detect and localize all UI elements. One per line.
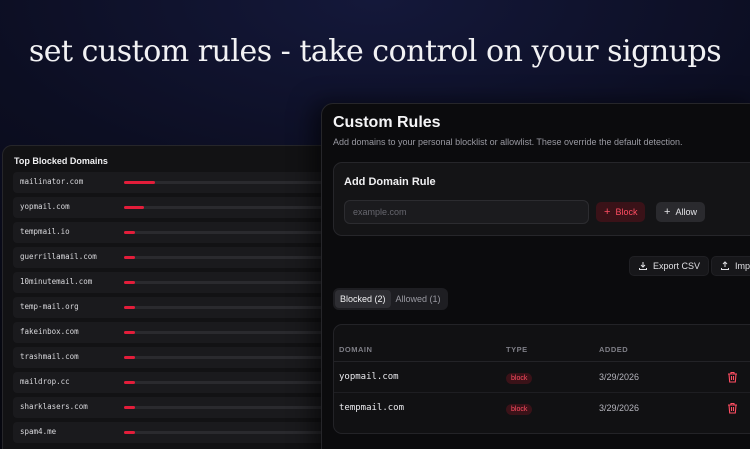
table-row-divider <box>334 392 750 393</box>
add-domain-rule-card: Add Domain Rule + Block + Allow <box>333 162 750 236</box>
blocked-share-track <box>124 381 339 384</box>
plus-icon: + <box>664 205 671 218</box>
blocked-share-bar <box>124 181 155 184</box>
type-badge: block <box>506 373 533 384</box>
table-header-divider <box>334 361 750 362</box>
rules-table: DOMAIN TYPE ADDED yopmail.com block 3/29… <box>333 324 750 434</box>
top-blocked-domains-panel: Top Blocked Domains mailinator.com yopmai… <box>2 145 340 449</box>
blocked-share-bar <box>124 306 135 309</box>
allow-button[interactable]: + Allow <box>656 202 705 222</box>
blocked-share-track <box>124 356 339 359</box>
blocked-share-bar <box>124 256 135 259</box>
blocked-domain-name: temp-mail.org <box>20 302 79 311</box>
blocked-domain-row: tempmail.io <box>13 222 339 243</box>
blocked-domain-row: 10minutemail.com <box>13 272 339 293</box>
blocked-share-bar <box>124 206 144 209</box>
blocked-share-track <box>124 206 339 209</box>
headline: set custom rules - take control on your … <box>28 34 722 69</box>
tab-blocked[interactable]: Blocked (2) <box>335 290 391 308</box>
column-header-added: ADDED <box>599 345 629 354</box>
blocked-share-bar <box>124 331 135 334</box>
rule-added-date: 3/29/2026 <box>599 403 640 413</box>
blocked-domain-name: yopmail.com <box>20 202 70 211</box>
rule-domain: yopmail.com <box>339 372 399 382</box>
upload-icon <box>721 261 729 270</box>
top-blocked-domains-title: Top Blocked Domains <box>14 156 108 166</box>
rule-domain: tempmail.com <box>339 403 405 413</box>
blocked-share-bar <box>124 381 135 384</box>
download-icon <box>639 262 647 270</box>
export-csv-label: Export CSV <box>653 261 701 271</box>
blocked-share-bar <box>124 406 135 409</box>
block-button[interactable]: + Block <box>596 202 646 222</box>
tab-allowed[interactable]: Allowed (1) <box>391 290 446 308</box>
trash-icon[interactable] <box>727 371 738 383</box>
plus-icon: + <box>604 205 611 218</box>
type-badge: block <box>506 404 533 415</box>
custom-rules-subtitle: Add domains to your personal blocklist o… <box>333 137 683 147</box>
import-label: Impo <box>735 261 750 271</box>
blocked-domain-name: guerrillamail.com <box>20 252 97 261</box>
blocked-domain-row: maildrop.cc <box>13 372 339 393</box>
blocked-share-bar <box>124 231 135 234</box>
blocked-domain-name: sharklasers.com <box>20 402 88 411</box>
blocked-share-track <box>124 256 339 259</box>
custom-rules-panel: Custom Rules Add domains to your persona… <box>321 103 750 449</box>
import-button[interactable]: Impo <box>711 256 750 276</box>
block-button-label: Block <box>615 207 638 217</box>
add-domain-rule-title: Add Domain Rule <box>344 176 436 188</box>
blocked-share-track <box>124 331 339 334</box>
rules-tabs: Blocked (2) Allowed (1) <box>333 288 448 310</box>
blocked-domain-row: guerrillamail.com <box>13 247 339 268</box>
export-csv-button[interactable]: Export CSV <box>629 256 710 276</box>
blocked-domain-name: trashmail.com <box>20 352 79 361</box>
blocked-domain-row: spam4.me <box>13 422 339 443</box>
blocked-share-bar <box>124 281 135 284</box>
blocked-domains-list: mailinator.com yopmail.com tempmail.io guer… <box>13 172 339 447</box>
custom-rules-title: Custom Rules <box>333 114 441 131</box>
blocked-share-track <box>124 306 339 309</box>
allow-button-label: Allow <box>675 207 697 217</box>
trash-icon[interactable] <box>727 402 738 414</box>
blocked-share-track <box>124 231 339 234</box>
blocked-domain-row: trashmail.com <box>13 347 339 368</box>
blocked-domain-name: maildrop.cc <box>20 377 70 386</box>
blocked-domain-row: sharklasers.com <box>13 397 339 418</box>
blocked-domain-name: fakeinbox.com <box>20 327 79 336</box>
blocked-domain-name: 10minutemail.com <box>20 277 93 286</box>
blocked-domain-row: mailinator.com <box>13 172 339 193</box>
blocked-domain-name: mailinator.com <box>20 177 84 186</box>
column-header-type: TYPE <box>506 345 528 354</box>
blocked-share-track <box>124 281 339 284</box>
blocked-share-track <box>124 431 339 434</box>
rule-added-date: 3/29/2026 <box>599 372 640 382</box>
blocked-domain-name: tempmail.io <box>20 227 70 236</box>
blocked-domain-name: spam4.me <box>20 427 57 436</box>
blocked-domain-row: fakeinbox.com <box>13 322 339 343</box>
blocked-share-bar <box>124 431 135 434</box>
blocked-domain-row: temp-mail.org <box>13 297 339 318</box>
blocked-share-track <box>124 406 339 409</box>
blocked-share-bar <box>124 356 135 359</box>
blocked-domain-row: yopmail.com <box>13 197 339 218</box>
column-header-domain: DOMAIN <box>339 345 373 354</box>
domain-input[interactable] <box>344 200 589 224</box>
blocked-share-track <box>124 181 339 184</box>
